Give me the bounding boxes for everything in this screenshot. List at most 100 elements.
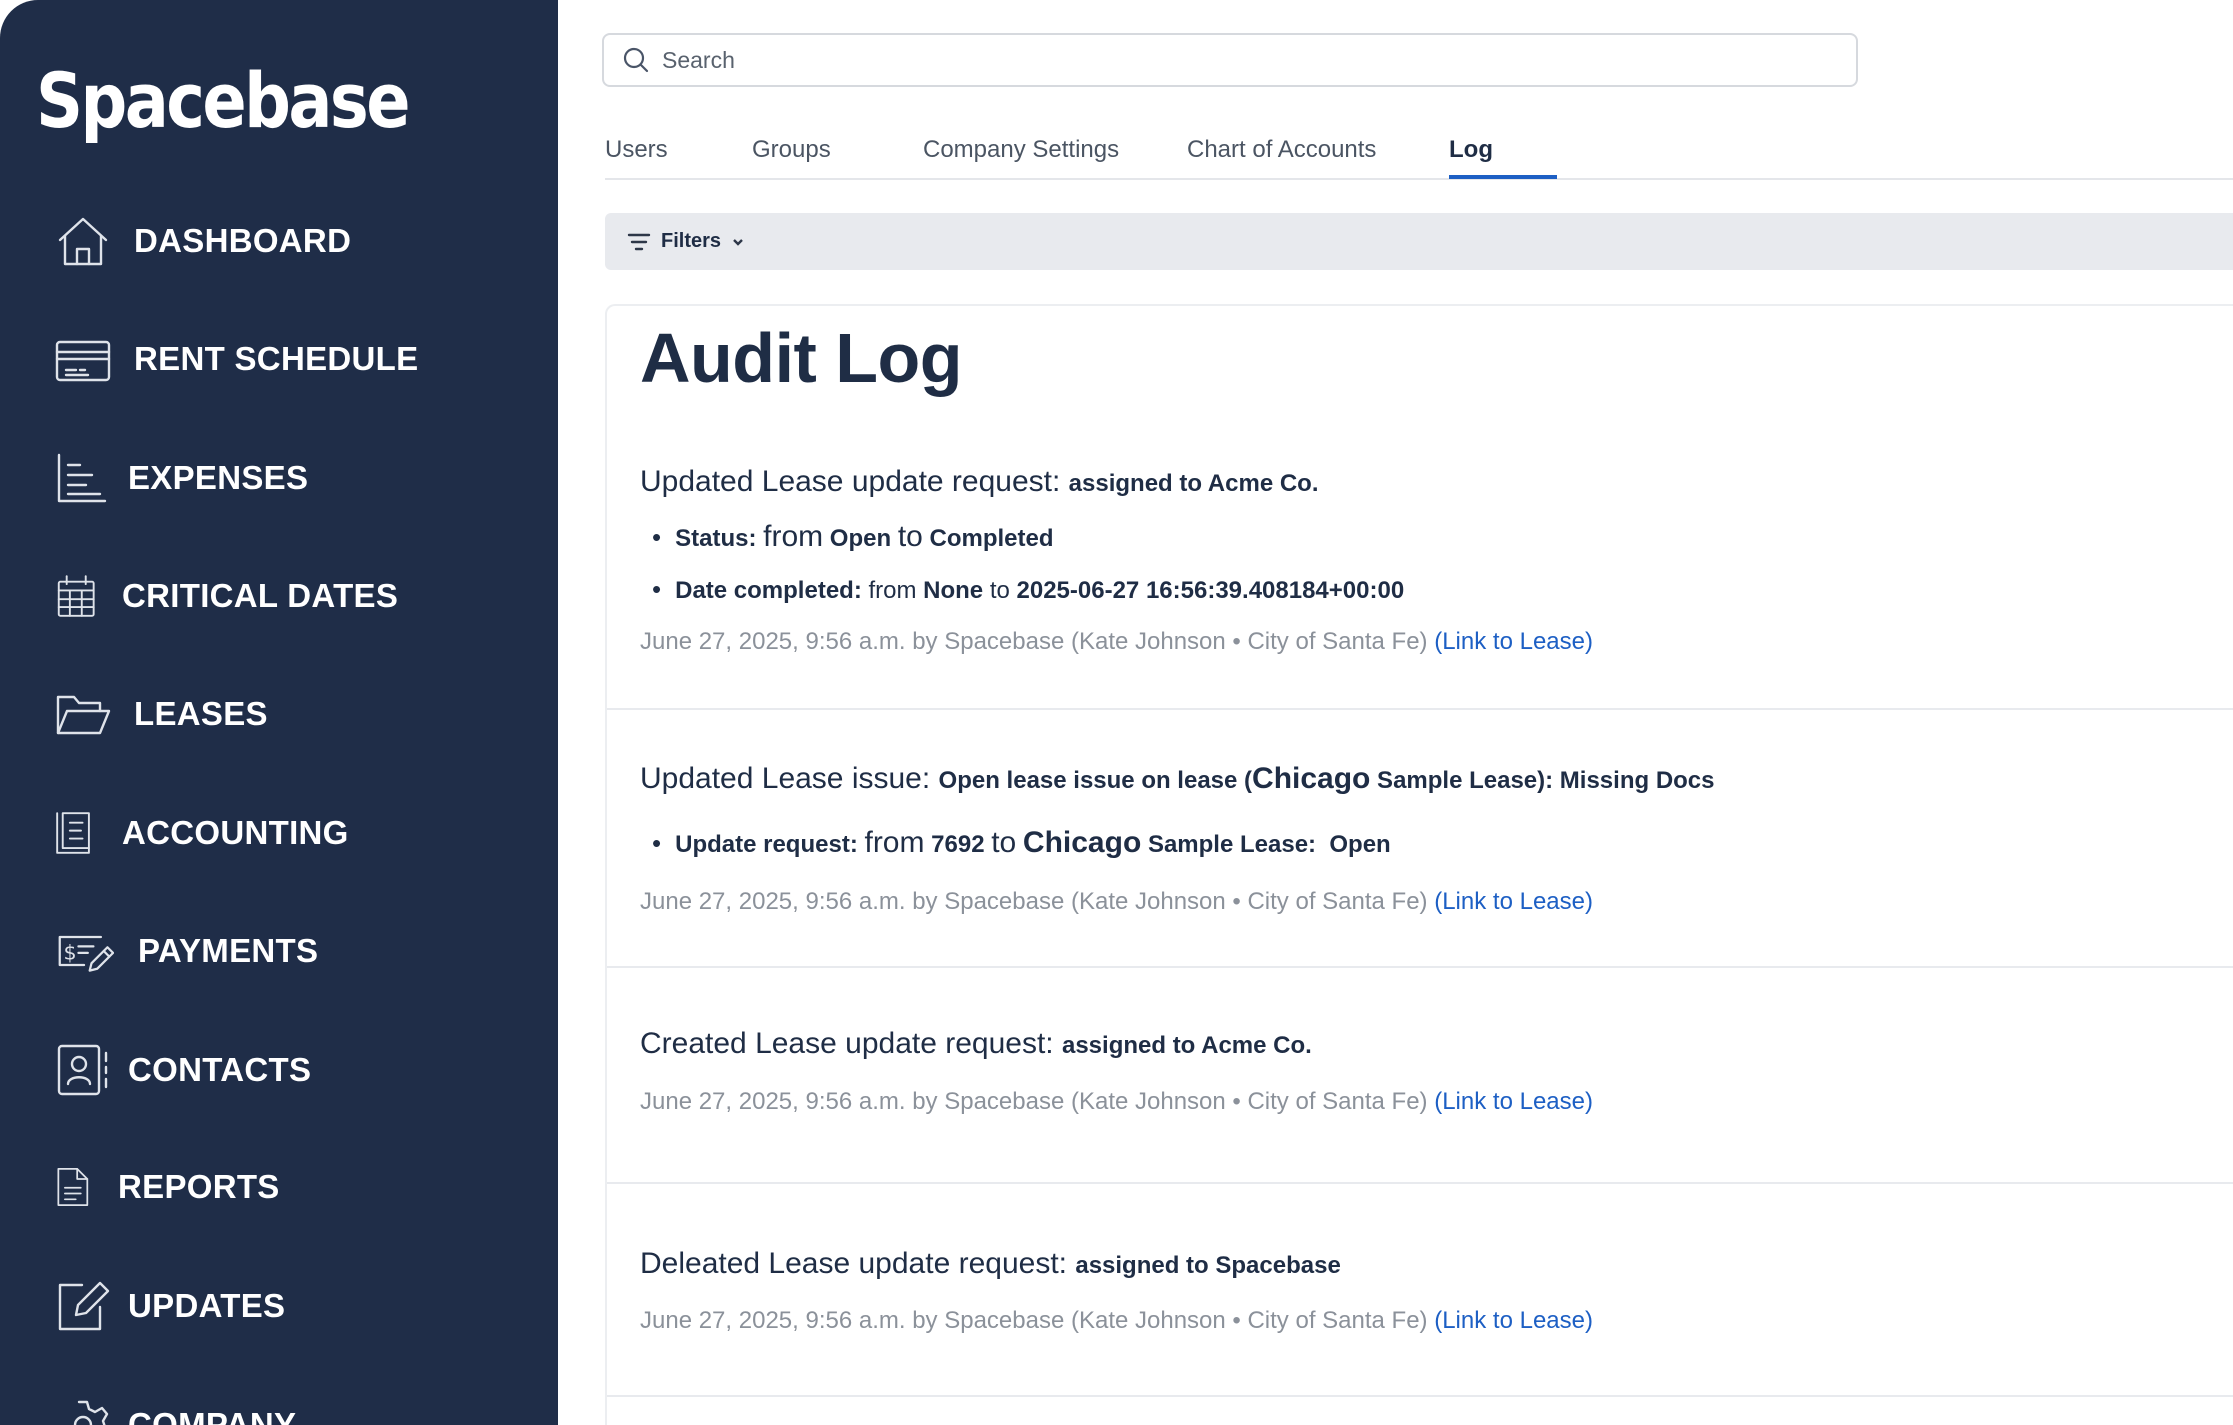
log-entry-meta: June 27, 2025, 9:56 a.m. by Spacebase (K… bbox=[640, 628, 1593, 656]
bullet-icon: • bbox=[652, 522, 662, 552]
detail-city: Chicago bbox=[1252, 762, 1371, 795]
filter-icon bbox=[627, 233, 651, 250]
sidebar-item-label: DASHBOARD bbox=[134, 222, 352, 259]
sidebar-item-dashboard[interactable]: DASHBOARD bbox=[54, 206, 351, 276]
spacebase-logo[interactable]: Spacebase bbox=[36, 56, 411, 145]
tab-groups[interactable]: Groups bbox=[752, 136, 831, 164]
change-to-city: Chicago bbox=[1022, 826, 1142, 859]
link-to-lease[interactable]: (Link to Lease) bbox=[1434, 888, 1593, 915]
payment-check-icon: $ bbox=[54, 922, 116, 980]
bar-chart-icon bbox=[54, 449, 112, 507]
divider bbox=[607, 1395, 2233, 1397]
ledger-icon bbox=[54, 804, 100, 862]
log-entry-detail: assigned to Spacebase bbox=[1075, 1252, 1341, 1279]
sidebar-item-label: LEASES bbox=[134, 695, 268, 732]
filters-label: Filters bbox=[661, 230, 722, 252]
tab-company-settings[interactable]: Company Settings bbox=[923, 136, 1119, 164]
sidebar-item-label: ACCOUNTING bbox=[122, 814, 349, 851]
home-icon bbox=[54, 212, 112, 270]
log-entry-meta: June 27, 2025, 9:56 a.m. by Spacebase (K… bbox=[640, 888, 1593, 916]
log-entry-detail: assigned to Acme Co. bbox=[1061, 1032, 1312, 1059]
sidebar-item-company[interactable]: COMPANY bbox=[54, 1390, 296, 1425]
log-entry-action: Updated Lease issue: bbox=[640, 762, 931, 795]
sidebar-item-label: CONTACTS bbox=[128, 1051, 312, 1088]
link-to-lease[interactable]: (Link to Lease) bbox=[1434, 628, 1593, 655]
log-entry-meta: June 27, 2025, 9:56 a.m. by Spacebase (K… bbox=[640, 1307, 1593, 1335]
document-icon bbox=[54, 1158, 96, 1216]
link-to-lease[interactable]: (Link to Lease) bbox=[1434, 1307, 1593, 1334]
change-from-value: 7692 bbox=[931, 831, 985, 858]
sidebar-item-reports[interactable]: REPORTS bbox=[54, 1152, 280, 1222]
log-entry-action: Deleated Lease update request: bbox=[640, 1247, 1067, 1280]
filter-bar: Filters bbox=[605, 213, 2233, 270]
search-bar[interactable] bbox=[602, 33, 1858, 87]
log-entry-change: • Status: from Open to Completed bbox=[652, 520, 1054, 554]
change-field: Status: bbox=[675, 525, 757, 552]
change-field: Update request: bbox=[675, 831, 858, 858]
log-entry-action: Created Lease update request: bbox=[640, 1027, 1054, 1060]
log-entry-meta: June 27, 2025, 9:56 a.m. by Spacebase (K… bbox=[640, 1088, 1593, 1116]
change-from-value: Open bbox=[829, 525, 892, 552]
active-tab-indicator bbox=[1449, 175, 1557, 179]
edit-icon bbox=[54, 1277, 112, 1335]
calendar-icon bbox=[54, 567, 100, 625]
link-to-lease[interactable]: (Link to Lease) bbox=[1434, 1088, 1593, 1115]
sidebar-item-accounting[interactable]: ACCOUNTING bbox=[54, 798, 349, 868]
search-icon bbox=[623, 47, 649, 73]
sidebar-item-updates[interactable]: UPDATES bbox=[54, 1271, 285, 1341]
chevron-down-icon bbox=[733, 238, 743, 246]
search-input[interactable] bbox=[662, 46, 1812, 74]
sidebar-item-label: CRITICAL DATES bbox=[122, 577, 399, 614]
divider bbox=[607, 708, 2233, 710]
detail-text: Sample Lease): Missing Docs bbox=[1370, 767, 1715, 794]
log-entry-action: Updated Lease update request: bbox=[640, 465, 1061, 498]
detail-text: Open lease issue on lease ( bbox=[938, 767, 1253, 794]
change-from-word: from bbox=[763, 520, 824, 553]
credit-card-icon bbox=[54, 330, 112, 388]
filters-button[interactable]: Filters bbox=[627, 230, 745, 254]
sidebar-item-rent-schedule[interactable]: RENT SCHEDULE bbox=[54, 324, 418, 394]
gear-icon bbox=[54, 1396, 112, 1425]
sidebar-item-payments[interactable]: $ PAYMENTS bbox=[54, 916, 318, 986]
divider bbox=[607, 1182, 2233, 1184]
log-entry-timestamp: June 27, 2025, 9:56 a.m. by Spacebase (K… bbox=[640, 1088, 1428, 1115]
change-from-word: from bbox=[868, 577, 917, 604]
divider bbox=[607, 966, 2233, 968]
change-to-value: Completed bbox=[929, 525, 1054, 552]
tab-chart-of-accounts[interactable]: Chart of Accounts bbox=[1187, 136, 1376, 164]
sidebar-item-contacts[interactable]: CONTACTS bbox=[54, 1035, 311, 1105]
sidebar-item-label: UPDATES bbox=[128, 1287, 286, 1324]
change-field: Date completed: bbox=[675, 577, 862, 604]
change-to-value: Sample Lease: Open bbox=[1141, 831, 1391, 858]
log-entry-detail: assigned to Acme Co. bbox=[1068, 470, 1319, 497]
log-entry-change: • Date completed: from None to 2025-06-2… bbox=[652, 574, 1404, 605]
tab-users[interactable]: Users bbox=[605, 136, 668, 164]
log-entry-heading: Created Lease update request: assigned t… bbox=[640, 1027, 1312, 1061]
folder-open-icon bbox=[54, 685, 112, 743]
tabs-divider bbox=[605, 178, 2233, 180]
sidebar-item-label: RENT SCHEDULE bbox=[134, 340, 419, 377]
log-entry-detail: Open lease issue on lease (Chicago Sampl… bbox=[938, 762, 1715, 795]
bullet-icon: • bbox=[652, 574, 662, 604]
log-entry-timestamp: June 27, 2025, 9:56 a.m. by Spacebase (K… bbox=[640, 1307, 1428, 1334]
sidebar: Spacebase DASHBOARD RENT SCHEDULE EXPENS… bbox=[0, 0, 558, 1425]
change-to-word: to bbox=[989, 577, 1010, 604]
page-title: Audit Log bbox=[640, 319, 963, 397]
sidebar-item-leases[interactable]: LEASES bbox=[54, 679, 268, 749]
svg-text:$: $ bbox=[63, 940, 76, 964]
change-from-word: from bbox=[864, 826, 925, 859]
sidebar-item-label: EXPENSES bbox=[128, 459, 309, 496]
sidebar-item-expenses[interactable]: EXPENSES bbox=[54, 443, 308, 513]
log-entry-heading: Updated Lease issue: Open lease issue on… bbox=[640, 762, 1715, 796]
sidebar-item-label: REPORTS bbox=[118, 1168, 280, 1205]
change-from-value: None bbox=[923, 577, 984, 604]
contact-book-icon bbox=[54, 1041, 112, 1099]
log-entry-heading: Deleated Lease update request: assigned … bbox=[640, 1247, 1341, 1281]
change-to-value: 2025-06-27 16:56:39.408184+00:00 bbox=[1016, 577, 1405, 604]
sidebar-item-critical-dates[interactable]: CRITICAL DATES bbox=[54, 561, 398, 631]
tab-log[interactable]: Log bbox=[1449, 136, 1493, 164]
log-entry-heading: Updated Lease update request: assigned t… bbox=[640, 465, 1319, 499]
log-entry-change: • Update request: from 7692 to Chicago S… bbox=[652, 826, 1391, 860]
bullet-icon: • bbox=[652, 828, 662, 858]
change-to-word: to bbox=[897, 520, 923, 553]
